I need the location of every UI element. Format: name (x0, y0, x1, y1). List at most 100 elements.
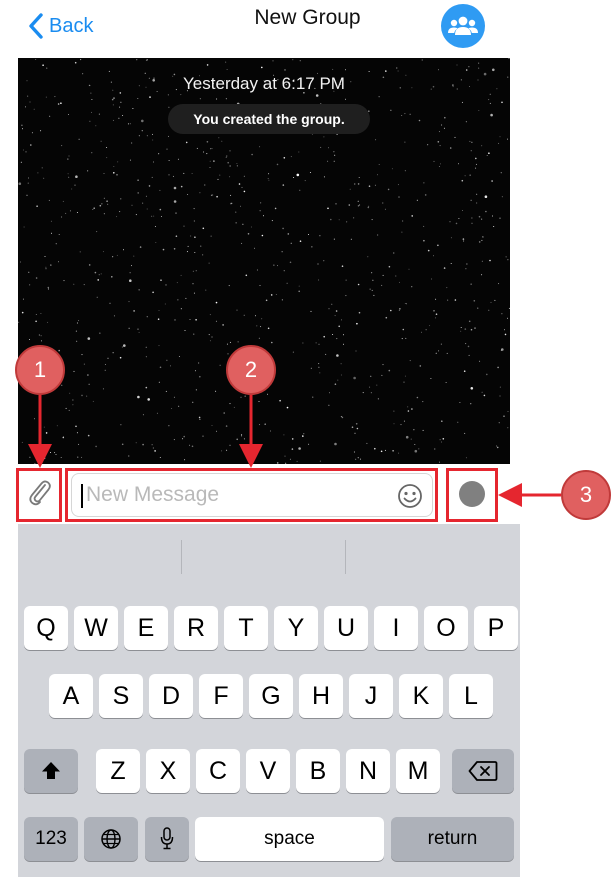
return-key[interactable]: return (391, 817, 514, 861)
star (141, 119, 144, 123)
star (423, 239, 425, 242)
star (461, 101, 463, 103)
star (230, 194, 232, 196)
backspace-icon (468, 761, 498, 781)
star (258, 401, 260, 402)
star (407, 406, 409, 408)
key-l[interactable]: L (449, 674, 493, 718)
star (404, 303, 406, 304)
star (478, 67, 480, 69)
star (107, 203, 109, 205)
star (240, 396, 242, 398)
star (422, 429, 424, 431)
star (173, 186, 177, 190)
star (465, 121, 467, 123)
star (146, 135, 148, 137)
star (128, 327, 130, 329)
key-d[interactable]: D (149, 674, 193, 718)
star (235, 222, 237, 224)
star (501, 313, 503, 315)
key-j[interactable]: J (349, 674, 393, 718)
star (211, 194, 214, 196)
key-e[interactable]: E (124, 606, 168, 650)
star (187, 194, 189, 195)
key-f[interactable]: F (199, 674, 243, 718)
key-g[interactable]: G (249, 674, 293, 718)
star (441, 124, 443, 126)
key-r[interactable]: R (174, 606, 218, 650)
key-t[interactable]: T (224, 606, 268, 650)
key-h[interactable]: H (299, 674, 343, 718)
star (258, 337, 260, 339)
star (418, 119, 421, 122)
star (137, 98, 139, 99)
key-c[interactable]: C (196, 749, 240, 793)
star (27, 95, 29, 97)
star (131, 265, 132, 267)
star (481, 239, 483, 241)
star (227, 161, 229, 164)
key-u[interactable]: U (324, 606, 368, 650)
shift-key[interactable] (24, 749, 78, 793)
star (131, 204, 133, 206)
key-n[interactable]: N (346, 749, 390, 793)
star (23, 226, 25, 228)
star (483, 394, 486, 397)
star (40, 335, 42, 337)
space-key[interactable]: space (195, 817, 384, 861)
star (229, 341, 231, 343)
annotation-box-attach (16, 468, 62, 522)
numbers-key[interactable]: 123 (24, 817, 78, 861)
key-p[interactable]: P (474, 606, 518, 650)
star (282, 227, 284, 230)
star (211, 425, 213, 426)
star (112, 119, 114, 121)
star (37, 172, 39, 174)
globe-key[interactable] (84, 817, 138, 861)
star (68, 155, 70, 157)
star (149, 96, 151, 98)
key-s[interactable]: S (99, 674, 143, 718)
star (215, 301, 218, 304)
star (449, 147, 452, 149)
star (151, 215, 153, 217)
dictation-key[interactable] (145, 817, 189, 861)
star (486, 155, 488, 156)
star (54, 96, 56, 98)
star (165, 284, 167, 286)
star (292, 351, 294, 353)
star (488, 309, 490, 311)
key-i[interactable]: I (374, 606, 418, 650)
key-w[interactable]: W (74, 606, 118, 650)
key-v[interactable]: V (246, 749, 290, 793)
star (404, 170, 406, 172)
star (260, 202, 262, 204)
key-b[interactable]: B (296, 749, 340, 793)
star (438, 131, 440, 133)
key-o[interactable]: O (424, 606, 468, 650)
star (83, 284, 85, 286)
star (182, 438, 184, 440)
key-m[interactable]: M (396, 749, 440, 793)
star (29, 101, 31, 103)
key-q[interactable]: Q (24, 606, 68, 650)
star (387, 188, 390, 191)
star (456, 64, 458, 66)
star (158, 153, 160, 155)
star (268, 173, 270, 175)
star (95, 125, 97, 127)
key-z[interactable]: Z (96, 749, 140, 793)
backspace-key[interactable] (452, 749, 514, 793)
star (463, 370, 466, 373)
star (171, 408, 173, 409)
key-a[interactable]: A (49, 674, 93, 718)
star (390, 309, 392, 312)
star (61, 145, 63, 147)
key-k[interactable]: K (399, 674, 443, 718)
star (404, 141, 406, 143)
star (107, 357, 109, 359)
star (131, 142, 133, 144)
key-y[interactable]: Y (274, 606, 318, 650)
key-x[interactable]: X (146, 749, 190, 793)
group-info-button[interactable] (441, 4, 485, 48)
